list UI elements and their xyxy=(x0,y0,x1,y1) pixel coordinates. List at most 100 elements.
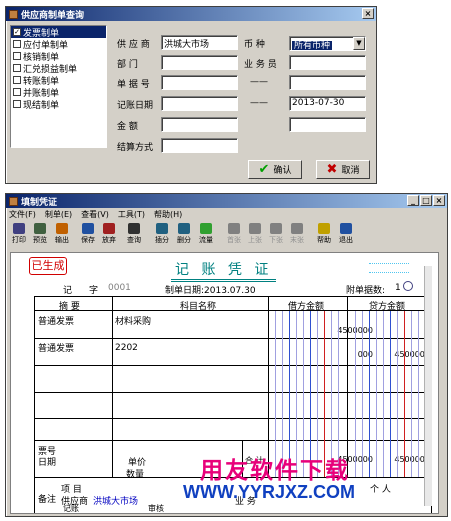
ok-label: 确认 xyxy=(273,166,292,176)
toolbar-button[interactable]: 帮助 xyxy=(314,223,334,249)
cancel-button[interactable]: ✖ 取消 xyxy=(316,160,370,179)
cancel-label: 取消 xyxy=(341,166,360,176)
vertical-scrollbar[interactable] xyxy=(424,266,432,506)
toolbar-button[interactable]: 放弃 xyxy=(99,223,119,249)
col-credit: 贷方金额 xyxy=(369,302,406,312)
toolbar-label: 帮助 xyxy=(317,236,331,244)
currency-select[interactable]: 所有币种 ▼ xyxy=(289,36,366,51)
grid-line xyxy=(376,311,377,477)
date-from-field[interactable] xyxy=(161,96,238,111)
checkbox[interactable] xyxy=(13,64,21,72)
toolbar-button[interactable]: 首张 xyxy=(224,223,244,249)
row2-summary[interactable]: 普通发票 xyxy=(38,341,74,354)
date-dash: —— xyxy=(250,98,268,108)
toolbar-icon xyxy=(270,223,282,234)
checkbox[interactable]: ✓ xyxy=(13,28,21,36)
voucher-date[interactable]: 制单日期:2013.07.30 xyxy=(165,283,256,296)
toolbar-label: 预览 xyxy=(33,236,47,244)
menu-item[interactable]: 文件(F) xyxy=(9,209,36,221)
dialog-titlebar: 供应商制单查询 × xyxy=(6,7,376,21)
watermark-url: WWW.YYRJXZ.COM xyxy=(183,482,355,502)
app-icon xyxy=(9,196,18,206)
toolbar-button[interactable]: 下张 xyxy=(266,223,286,249)
toolbar-button[interactable]: 输出 xyxy=(52,223,72,249)
toolbar-label: 末张 xyxy=(290,236,304,244)
amount-to-field[interactable] xyxy=(289,117,366,132)
supplier-value[interactable]: 洪城大市场 xyxy=(93,494,138,507)
check-icon: ✔ xyxy=(258,162,270,177)
ok-button[interactable]: ✔ 确认 xyxy=(248,160,302,179)
row1-debit[interactable]: 4500000 xyxy=(310,326,373,335)
checkbox[interactable] xyxy=(13,40,21,48)
toolbar-button[interactable]: 退出 xyxy=(336,223,356,249)
toolbar-button[interactable]: 末张 xyxy=(287,223,307,249)
toolbar-button[interactable]: 删分 xyxy=(174,223,194,249)
auditor-label: 审核 xyxy=(148,504,164,513)
salesman-field[interactable] xyxy=(289,55,366,70)
toolbar-button[interactable]: 插分 xyxy=(152,223,172,249)
checkbox[interactable] xyxy=(13,100,21,108)
date-to-field[interactable]: 2013-07-30 xyxy=(289,96,366,111)
toolbar-label: 退出 xyxy=(339,236,353,244)
grid-line xyxy=(35,418,431,419)
doc-no-from-field[interactable] xyxy=(161,75,238,90)
type-list-item[interactable]: 汇兑损益制单 xyxy=(11,62,106,75)
toolbar-label: 保存 xyxy=(81,236,95,244)
toolbar-label: 流量 xyxy=(199,236,213,244)
grid-line xyxy=(390,311,391,477)
grid-line xyxy=(35,440,431,441)
dotted-decor xyxy=(369,263,409,273)
toolbar-icon xyxy=(56,223,68,234)
maximize-button[interactable]: □ xyxy=(420,195,432,206)
amount-from-field[interactable] xyxy=(161,117,238,132)
toolbar-icon xyxy=(156,223,168,234)
supplier-label: 供 应 商 xyxy=(117,40,150,50)
chevron-down-icon[interactable]: ▼ xyxy=(353,37,365,50)
attach-count[interactable]: 1 xyxy=(395,283,401,293)
type-list-item[interactable]: 现结制单 xyxy=(11,98,106,111)
voucher-titlebar: 填制凭证 _ □ × xyxy=(6,194,447,208)
close-button[interactable]: × xyxy=(362,8,374,19)
row2-account[interactable]: 2202 xyxy=(115,343,138,353)
toolbar-icon xyxy=(13,223,25,234)
row1-account[interactable]: 材料采购 xyxy=(115,314,151,327)
minimize-button[interactable]: _ xyxy=(407,195,419,206)
menu-item[interactable]: 工具(T) xyxy=(118,209,145,221)
type-list-item[interactable]: ✓ 发票制单 xyxy=(11,26,106,39)
doc-no-to-field[interactable] xyxy=(289,75,366,90)
menu-item[interactable]: 制单(E) xyxy=(45,209,72,221)
bill-date-label: 日期 xyxy=(38,458,57,468)
toolbar-icon xyxy=(318,223,330,234)
watermark-cn: 用友软件下载 xyxy=(200,458,350,484)
menu-item[interactable]: 查看(V) xyxy=(81,209,109,221)
toolbar-button[interactable]: 上张 xyxy=(245,223,265,249)
type-list-item[interactable]: 转账制单 xyxy=(11,74,106,87)
currency-value: 所有币种 xyxy=(292,41,333,51)
type-list-item[interactable]: 核销制单 xyxy=(11,50,106,63)
toolbar-button[interactable]: 查询 xyxy=(124,223,144,249)
toolbar-button[interactable]: 流量 xyxy=(196,223,216,249)
toolbar-label: 首张 xyxy=(227,236,241,244)
toolbar-label: 插分 xyxy=(155,236,169,244)
toolbar-button[interactable]: 打印 xyxy=(9,223,29,249)
toolbar-button[interactable]: 保存 xyxy=(78,223,98,249)
menu-item[interactable]: 帮助(H) xyxy=(154,209,182,221)
toolbar-icon xyxy=(82,223,94,234)
checkbox[interactable] xyxy=(13,76,21,84)
dept-field[interactable] xyxy=(161,55,238,70)
row1-summary[interactable]: 普通发票 xyxy=(38,314,74,327)
checkbox[interactable] xyxy=(13,88,21,96)
type-list-item[interactable]: 应付单制单 xyxy=(11,38,106,51)
row2-debit[interactable]: 000 xyxy=(310,350,373,359)
type-list-item[interactable]: 并账制单 xyxy=(11,86,106,99)
voucher-number[interactable]: 0001 xyxy=(108,283,131,293)
attach-icon[interactable] xyxy=(403,281,413,291)
settle-field[interactable] xyxy=(161,138,238,153)
checkbox[interactable] xyxy=(13,52,21,60)
supplier-field[interactable]: 洪城大市场 xyxy=(161,35,238,50)
close-button[interactable]: × xyxy=(433,195,445,206)
toolbar-button[interactable]: 预览 xyxy=(30,223,50,249)
type-list[interactable]: ✓ 发票制单 应付单制单 核销制单 汇兑损益制单 转账制单 并账制单 现结制单 xyxy=(10,25,107,148)
toolbar-label: 删分 xyxy=(177,236,191,244)
grid-line xyxy=(35,392,431,393)
